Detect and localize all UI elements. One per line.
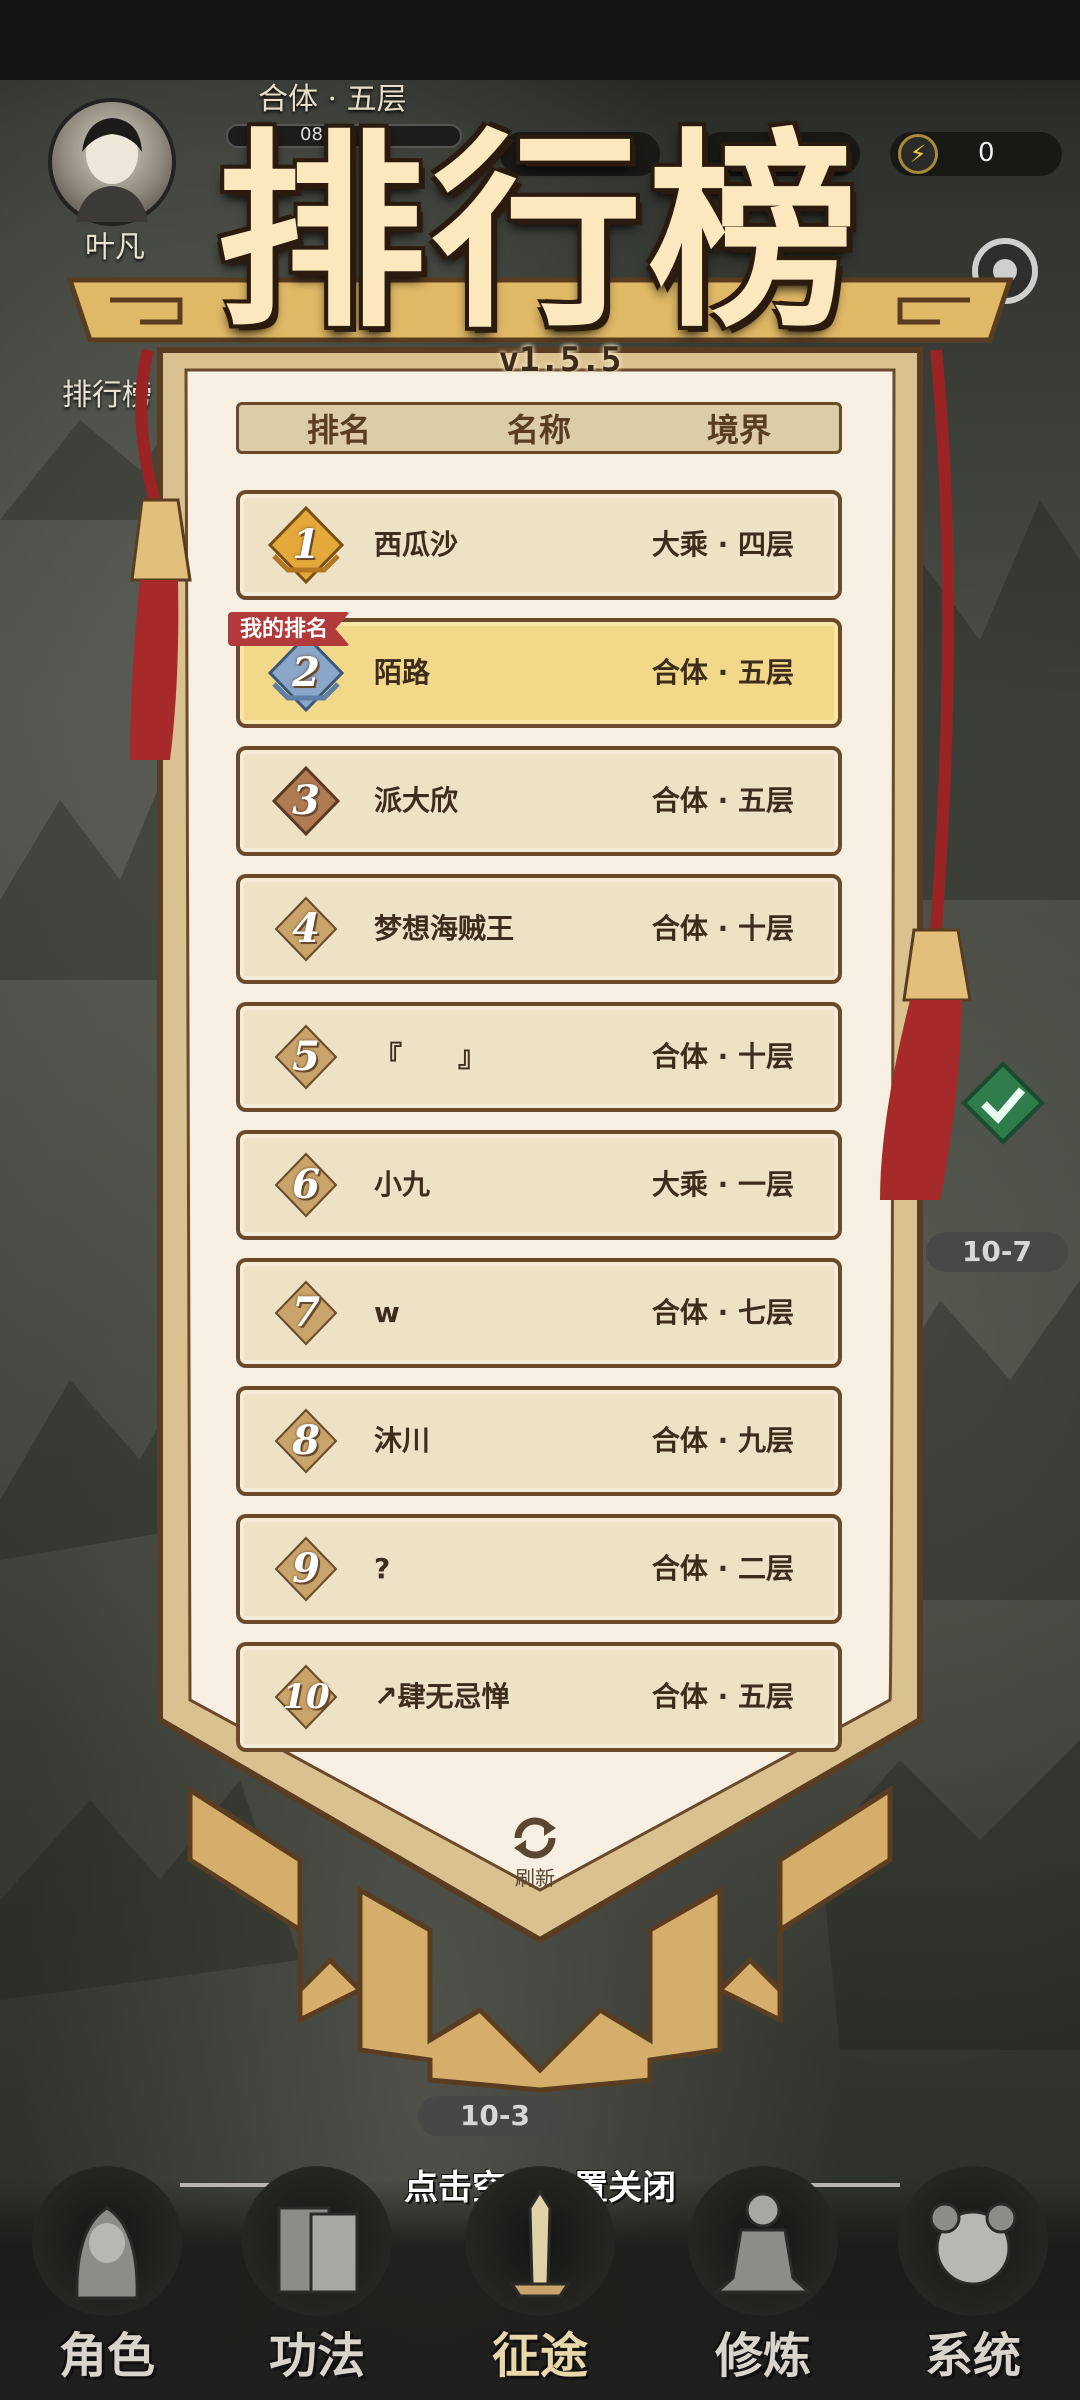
player-realm-cell: 合体 · 九层	[651, 1424, 794, 1457]
leaderboard-row[interactable]: 7 w 合体 · 七层	[236, 1258, 842, 1368]
nav-cultivation[interactable]: 修炼	[668, 2166, 858, 2400]
rank-number: 7	[292, 1289, 320, 1336]
nav-label: 系统	[924, 2328, 1021, 2384]
player-realm-cell: 合体 · 五层	[651, 784, 794, 817]
player-realm-cell: 合体 · 十层	[651, 912, 794, 945]
nav-system[interactable]: 系统	[878, 2166, 1068, 2400]
player-realm-cell: 合体 · 十层	[651, 1040, 794, 1073]
rank-number: 10	[282, 1677, 330, 1717]
rank-number: 1	[292, 521, 320, 568]
rank-number: 8	[292, 1417, 320, 1464]
stage-label-bottom[interactable]: 10-3	[418, 2096, 572, 2136]
rank-number: 5	[292, 1033, 320, 1080]
player-realm-cell: 大乘 · 四层	[651, 528, 794, 561]
player-realm-cell: 合体 · 五层	[651, 1680, 794, 1713]
rank-number: 9	[292, 1545, 320, 1592]
header-realm: 境界	[706, 411, 771, 449]
refresh-label: 刷新	[515, 1866, 555, 1890]
cultivation-meditation-icon	[713, 2192, 813, 2294]
my-rank-tag: 我的排名	[228, 612, 351, 646]
nav-label: 修炼	[714, 2328, 811, 2384]
refresh-icon	[514, 1817, 556, 1859]
header-rank: 排名	[306, 411, 371, 449]
leaderboard-row[interactable]: 4 梦想海贼王 合体 · 十层	[236, 874, 842, 984]
player-realm-cell: 合体 · 五层	[651, 656, 794, 689]
rank-number: 6	[292, 1161, 320, 1208]
header-name: 名称	[506, 411, 571, 449]
player-name-cell: 『 』	[374, 1040, 487, 1073]
player-name-cell: ↗肆无忌惮	[374, 1680, 510, 1713]
player-name-cell: 沐川	[374, 1424, 431, 1457]
rank-number: 3	[292, 777, 320, 824]
player-name-cell: 西瓜沙	[374, 528, 459, 561]
player-realm-cell: 合体 · 二层	[651, 1552, 794, 1585]
nav-technique[interactable]: 功法	[222, 2166, 412, 2400]
refresh-button[interactable]: 刷新	[500, 1810, 570, 1890]
nav-character[interactable]: 角色	[12, 2166, 202, 2400]
player-name-cell: ?	[374, 1552, 391, 1585]
leaderboard-row[interactable]: 3 派大欣 合体 · 五层	[236, 746, 842, 856]
leaderboard-row[interactable]: 1 西瓜沙 大乘 · 四层	[236, 490, 842, 600]
leaderboard-row[interactable]: 9 ? 合体 · 二层	[236, 1514, 842, 1624]
player-name-cell: 陌路	[374, 656, 431, 689]
leaderboard-row[interactable]: 6 小九 大乘 · 一层	[236, 1130, 842, 1240]
player-name-cell: w	[374, 1296, 400, 1329]
player-realm-cell: 大乘 · 一层	[651, 1168, 794, 1201]
player-name-cell: 派大欣	[374, 784, 459, 817]
nav-label: 功法	[268, 2328, 365, 2384]
leaderboard-row[interactable]: 5 『 』 合体 · 十层	[236, 1002, 842, 1112]
leaderboard-row[interactable]: 10 ↗肆无忌惮 合体 · 五层	[236, 1642, 842, 1752]
player-realm-cell: 合体 · 七层	[651, 1296, 794, 1329]
rank-number: 4	[292, 905, 320, 952]
player-name-cell: 小九	[374, 1168, 431, 1201]
technique-book-icon	[277, 2206, 359, 2294]
player-name-cell: 梦想海贼王	[374, 912, 515, 945]
version-label: v1.5.5	[498, 340, 622, 380]
table-header: 排名 名称 境界	[236, 402, 842, 454]
journey-sword-icon	[509, 2189, 571, 2298]
leaderboard-row[interactable]: 8 沐川 合体 · 九层	[236, 1386, 842, 1496]
nav-label: 角色	[58, 2328, 155, 2384]
nav-label: 征途	[491, 2328, 588, 2384]
character-icon	[75, 2206, 139, 2300]
leaderboard-title: 排行榜	[215, 109, 864, 356]
system-avatar-icon	[929, 2202, 1017, 2286]
nav-journey[interactable]: 征途	[445, 2166, 635, 2400]
